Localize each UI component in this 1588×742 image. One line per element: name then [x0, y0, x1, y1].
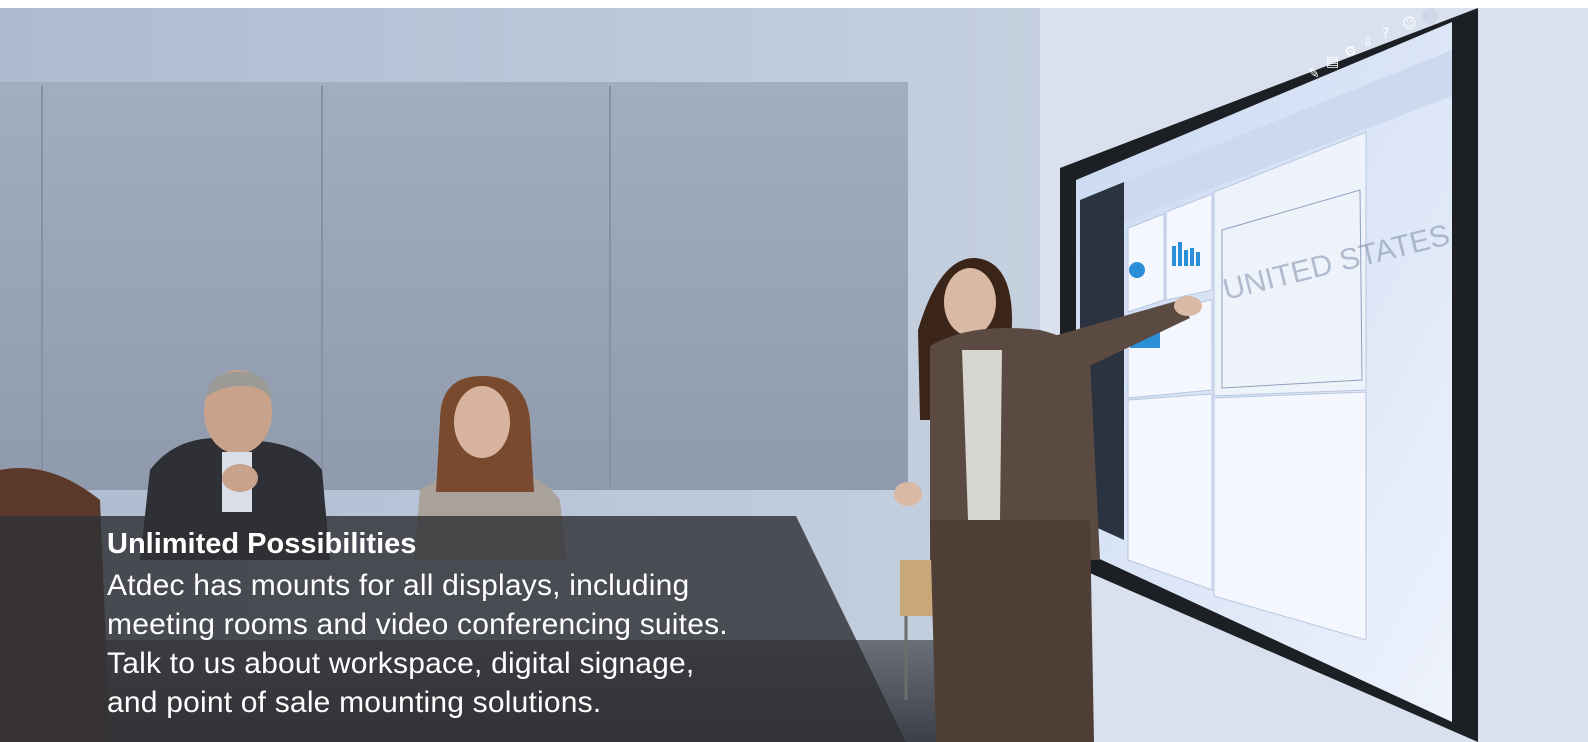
caption: Unlimited Possibilities Atdec has mounts… — [107, 526, 867, 722]
caption-title: Unlimited Possibilities — [107, 528, 417, 560]
caption-line: and point of sale mounting solutions. — [107, 686, 602, 719]
pen-icon: ✎ — [1308, 66, 1320, 82]
caption-line: Atdec has mounts for all displays, inclu… — [107, 569, 690, 602]
bookmark-icon: ▤ — [1326, 54, 1339, 70]
caption-line: meeting rooms and video conferencing sui… — [107, 608, 728, 641]
gear-icon: ⚙ — [1344, 44, 1357, 60]
help-icon: ? — [1382, 26, 1389, 42]
hero-banner: UNITED STATES ✎ ▤ ⚙ ⇩ ? ☺ Unlimited Poss… — [0, 0, 1588, 742]
download-icon: ⇩ — [1362, 34, 1374, 50]
caption-body: Atdec has mounts for all displays, inclu… — [107, 566, 867, 722]
ceiling-strip — [0, 0, 1588, 8]
smiley-icon: ☺ — [1402, 16, 1417, 32]
avatar-icon — [1422, 8, 1438, 24]
caption-line: Talk to us about workspace, digital sign… — [107, 647, 695, 680]
